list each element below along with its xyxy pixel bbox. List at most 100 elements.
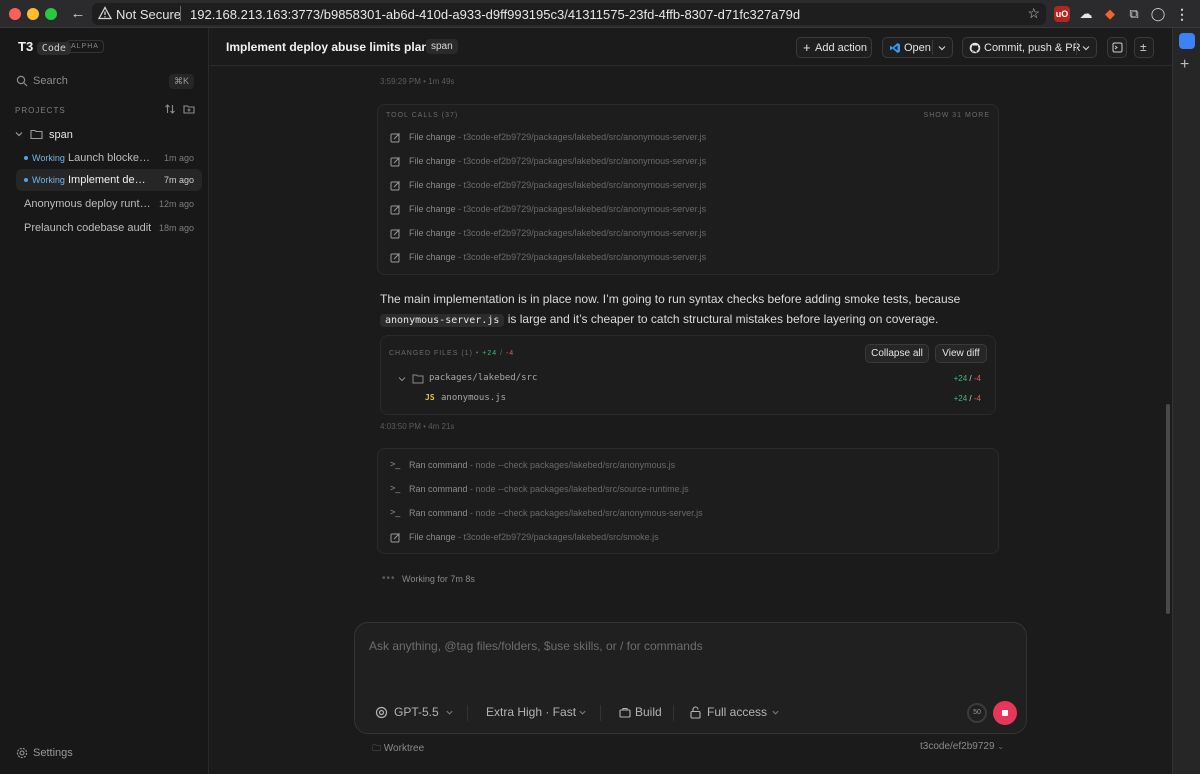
file-edit-icon — [390, 205, 400, 215]
changed-files-card: CHANGED FILES (1) • +24 / -4 Collapse al… — [380, 335, 996, 415]
folder-icon: 🗀 — [372, 743, 382, 753]
control-divider — [673, 705, 674, 721]
dir-deletions: -4 — [973, 374, 981, 383]
chevron-down-icon: ⌄ — [997, 742, 1004, 751]
message-line: The main implementation is in place now.… — [380, 292, 961, 306]
chevron-down-icon[interactable] — [1081, 43, 1091, 53]
extensions-puzzle-icon[interactable]: ⧉ — [1126, 6, 1142, 22]
terminal-icon: >_ — [390, 459, 401, 469]
gear-icon — [16, 747, 28, 759]
url-divider — [180, 6, 181, 21]
brand-name: T3 — [18, 39, 34, 54]
stop-button[interactable] — [993, 701, 1017, 725]
message-line: anonymous-server.js is large and it’s ch… — [380, 310, 980, 330]
message-timestamp: 4:03:50 PM • 4m 21s — [380, 422, 455, 431]
commit-push-pr-button[interactable]: Commit, push & PR — [962, 37, 1097, 58]
add-panel-icon[interactable]: + — [1180, 56, 1189, 74]
diff-toggle-button[interactable]: ± — [1134, 37, 1154, 58]
access-label: Full access — [707, 705, 768, 719]
brave-extension-icon[interactable]: ◆ — [1102, 6, 1118, 22]
tool-calls-card: TOOL CALLS (37) SHOW 31 MORE File change… — [377, 104, 999, 275]
tool-detail: - t3code-ef2b9729/packages/lakebed/src/a… — [455, 180, 707, 190]
worktree-toggle[interactable]: 🗀 Worktree — [372, 741, 424, 757]
command-detail: - node --check packages/lakebed/src/anon… — [467, 508, 703, 518]
terminal-toggle-button[interactable] — [1107, 37, 1127, 58]
chevron-down-icon[interactable] — [937, 43, 947, 53]
alpha-badge: ALPHA — [66, 40, 104, 53]
thread-item[interactable]: Prelaunch codebase audit 18m ago — [16, 217, 202, 239]
working-dot-icon — [24, 156, 28, 160]
sort-icon[interactable] — [164, 103, 176, 115]
profile-icon[interactable]: ◯ — [1150, 6, 1166, 22]
maximize-window-button[interactable] — [45, 8, 57, 20]
project-span[interactable]: span — [8, 124, 200, 146]
tool-detail: - t3code-ef2b9729/packages/lakebed/src/a… — [455, 204, 707, 214]
tool-label: File change — [409, 228, 456, 238]
show-more-button[interactable]: SHOW 31 MORE — [924, 112, 990, 119]
back-arrow-icon[interactable]: ← — [68, 4, 88, 24]
thread-title: Implement depl... — [68, 174, 150, 186]
file-name: anonymous.js — [441, 393, 507, 403]
tool-label: File change — [409, 132, 456, 142]
thread-item[interactable]: Anonymous deploy runtim... 12m ago — [16, 193, 202, 215]
app-shortcut-icon[interactable] — [1179, 33, 1195, 49]
split-divider — [932, 40, 933, 55]
branch-selector[interactable]: t3code/ef2b9729 ⌄ — [920, 741, 1004, 752]
command-label: Ran command — [409, 460, 468, 470]
search-shortcut: ⌘K — [168, 74, 194, 89]
command-detail: - node --check packages/lakebed/src/anon… — [467, 460, 676, 470]
command-detail: - node --check packages/lakebed/src/sour… — [467, 484, 689, 494]
directory-row[interactable]: packages/lakebed/src +24 / -4 — [397, 372, 987, 386]
chevron-down-icon — [398, 377, 406, 382]
chevron-down-icon — [15, 132, 23, 137]
file-edit-icon — [390, 133, 400, 143]
terminal-icon: >_ — [390, 507, 401, 517]
reasoning-label: Extra High · Fast — [486, 705, 577, 719]
minimize-window-button[interactable] — [27, 8, 39, 20]
stop-icon — [1002, 710, 1008, 716]
control-divider — [467, 705, 468, 721]
add-project-icon[interactable] — [183, 103, 195, 115]
worktree-label: Worktree — [383, 743, 425, 754]
file-edit-icon — [390, 157, 400, 167]
file-row[interactable]: JS anonymous.js +24 / -4 — [425, 392, 987, 406]
thread-time: 1m ago — [163, 153, 194, 163]
changed-deletions: -4 — [505, 350, 515, 357]
command-detail: - t3code-ef2b9729/packages/lakebed/src/s… — [455, 532, 659, 542]
add-action-button[interactable]: + Add action — [796, 37, 872, 58]
address-bar[interactable]: Not Secure 192.168.213.163:3773/b9858301… — [92, 3, 1046, 25]
message-timestamp: 3:59:29 PM • 1m 49s — [380, 77, 455, 86]
chevron-down-icon — [772, 710, 779, 715]
sidebar: T3 Code ALPHA Search ⌘K PROJECTS span Wo… — [0, 28, 209, 774]
briefcase-icon — [619, 707, 631, 718]
open-in-editor-button[interactable]: Open — [882, 37, 953, 58]
warning-icon — [98, 6, 112, 20]
ublock-extension-icon[interactable]: uO — [1054, 6, 1070, 22]
directory-name: packages/lakebed/src — [429, 373, 538, 383]
file-deletions: -4 — [973, 394, 981, 403]
close-window-button[interactable] — [9, 8, 21, 20]
url-text[interactable]: 192.168.213.163:3773/b9858301-ab6d-410d-… — [190, 7, 800, 22]
terminal-icon: >_ — [390, 483, 401, 493]
settings-label: Settings — [33, 747, 73, 759]
view-diff-button[interactable]: View diff — [935, 344, 987, 363]
thread-status: Working — [32, 175, 65, 185]
search-button[interactable]: Search ⌘K — [8, 70, 200, 92]
thread-item-active[interactable]: Working Implement depl... 7m ago — [16, 169, 202, 191]
prompt-input[interactable]: Ask anything, @tag files/folders, $use s… — [369, 639, 703, 653]
collapse-all-button[interactable]: Collapse all — [865, 344, 929, 363]
bookmark-star-icon[interactable]: ☆ — [1027, 5, 1040, 22]
plus-minus-icon: ± — [1140, 40, 1147, 54]
tool-label: File change — [409, 180, 456, 190]
browser-menu-icon[interactable]: ⋮ — [1174, 6, 1190, 22]
thread-item[interactable]: Working Launch blocker ... 1m ago — [16, 147, 202, 169]
dir-additions: +24 — [953, 374, 968, 383]
add-action-label: Add action — [815, 42, 867, 54]
chat-scrollbar[interactable] — [1166, 404, 1170, 614]
file-edit-icon — [390, 253, 400, 263]
command-label: File change — [409, 532, 456, 542]
thread-title: Prelaunch codebase audit — [24, 222, 152, 234]
message-text: is large and it’s cheaper to catch struc… — [504, 312, 939, 326]
vscode-icon — [890, 43, 900, 53]
cloud-extension-icon[interactable]: ☁ — [1078, 6, 1094, 22]
